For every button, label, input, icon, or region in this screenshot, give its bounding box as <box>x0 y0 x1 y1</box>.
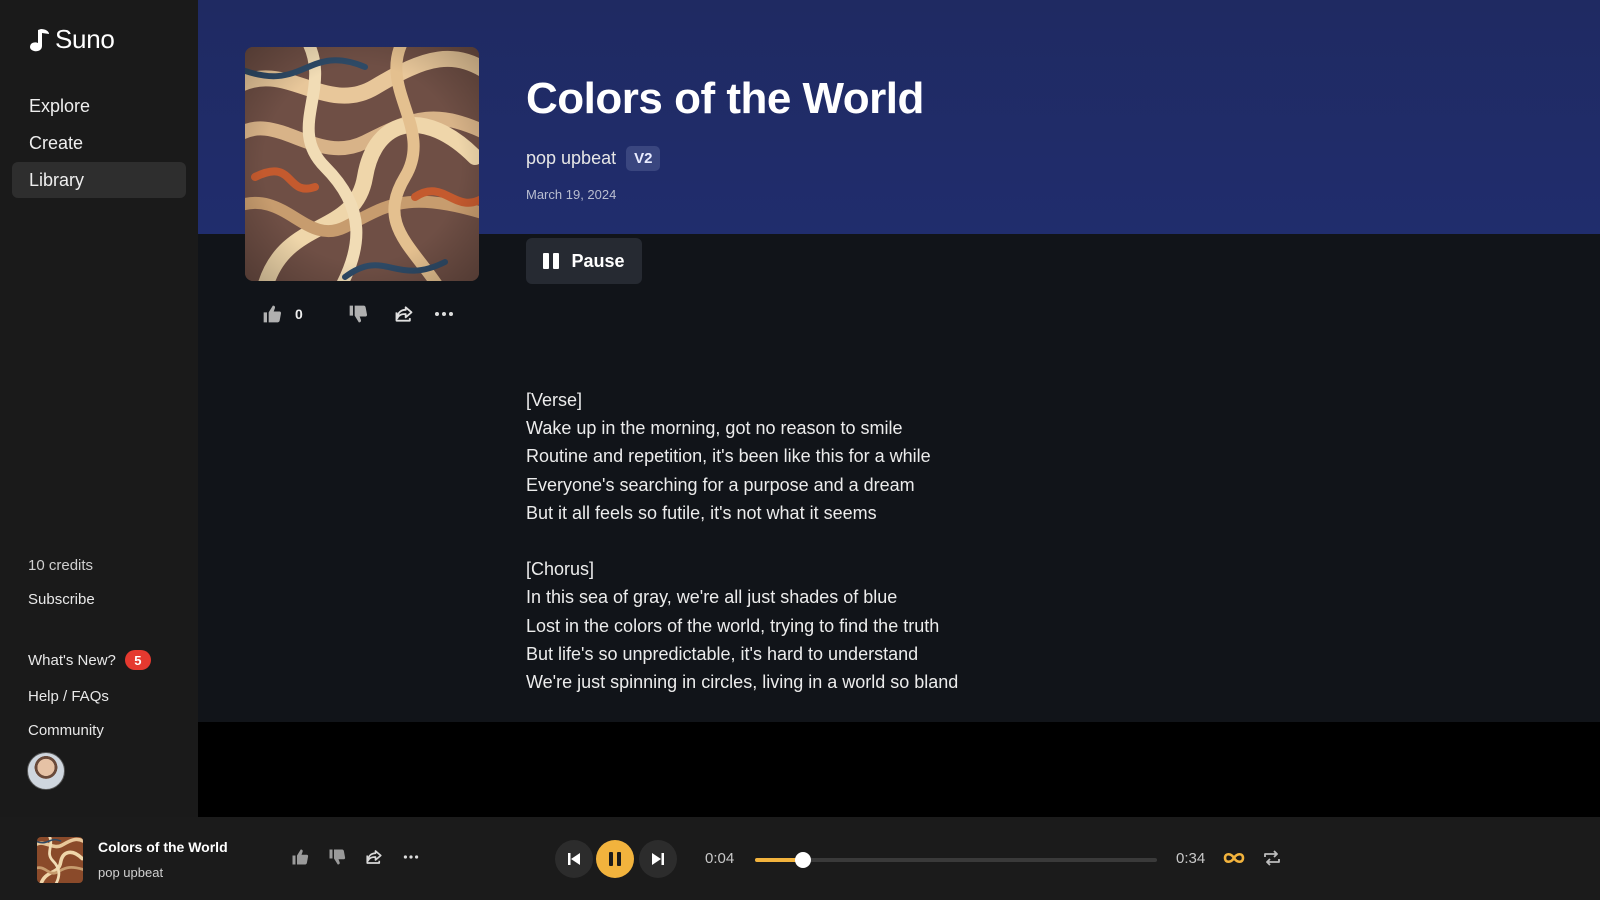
previous-icon <box>568 853 580 865</box>
subscribe-link[interactable]: Subscribe <box>28 591 95 608</box>
progress-handle[interactable] <box>795 852 812 868</box>
song-lyrics: [Verse] Wake up in the morning, got no r… <box>526 390 959 693</box>
share-icon[interactable] <box>393 303 415 325</box>
next-track-button[interactable] <box>639 840 677 878</box>
music-note-icon <box>30 28 49 51</box>
infinity-loop-icon[interactable] <box>1222 849 1246 867</box>
thumbs-up-icon[interactable] <box>290 847 310 867</box>
notification-badge: 5 <box>124 650 151 670</box>
song-meta: pop upbeat V2 <box>526 146 661 171</box>
next-icon <box>652 853 664 865</box>
like-count: 0 <box>295 306 303 322</box>
player-cover-image <box>37 837 83 883</box>
thumbs-up-icon[interactable] <box>261 303 283 325</box>
credits-count: 10 credits <box>28 557 94 574</box>
song-date: March 19, 2024 <box>526 187 617 202</box>
community-link[interactable]: Community <box>28 722 104 739</box>
whats-new-label: What's New? <box>28 651 116 669</box>
progress-slider[interactable] <box>755 852 1157 868</box>
nav-item-explore[interactable]: Explore <box>12 88 186 124</box>
song-page: Colors of the World pop upbeat V2 March … <box>198 0 1600 722</box>
more-icon[interactable] <box>401 847 421 867</box>
main-nav: Explore Create Library <box>12 88 186 199</box>
thumbs-down-icon[interactable] <box>347 303 369 325</box>
brand-logo[interactable]: Suno <box>27 24 115 55</box>
share-icon[interactable] <box>364 847 384 867</box>
song-title: Colors of the World <box>526 74 924 123</box>
player-song-genre: pop upbeat <box>98 865 164 880</box>
player-song-actions <box>290 847 421 867</box>
player-bar: Colors of the World pop upbeat 0:04 0:34 <box>0 817 1600 900</box>
more-icon[interactable] <box>433 303 455 325</box>
pause-button-label: Pause <box>571 250 625 271</box>
track-duration: 0:34 <box>1176 850 1206 867</box>
player-cover-art[interactable] <box>37 837 83 883</box>
cover-art-image <box>245 47 479 281</box>
song-actions: 0 <box>261 302 455 326</box>
song-cover-art <box>245 47 479 281</box>
play-pause-button[interactable] <box>596 840 634 878</box>
brand-name: Suno <box>55 24 115 54</box>
repeat-icon[interactable] <box>1262 849 1282 867</box>
nav-item-library[interactable]: Library <box>12 162 186 198</box>
previous-track-button[interactable] <box>555 840 593 878</box>
pause-button[interactable]: Pause <box>526 238 642 284</box>
pause-icon <box>609 852 621 866</box>
user-avatar[interactable] <box>27 752 65 790</box>
whats-new-link[interactable]: What's New? 5 <box>28 650 151 670</box>
sidebar: Suno Explore Create Library 10 credits S… <box>0 0 198 817</box>
help-faqs-link[interactable]: Help / FAQs <box>28 688 109 705</box>
current-time: 0:04 <box>705 850 735 867</box>
song-genre[interactable]: pop upbeat <box>526 148 616 169</box>
model-version-badge: V2 <box>626 146 661 171</box>
nav-item-create[interactable]: Create <box>12 125 186 161</box>
player-song-title[interactable]: Colors of the World <box>98 839 228 855</box>
pause-icon <box>543 253 560 269</box>
thumbs-down-icon[interactable] <box>327 847 347 867</box>
